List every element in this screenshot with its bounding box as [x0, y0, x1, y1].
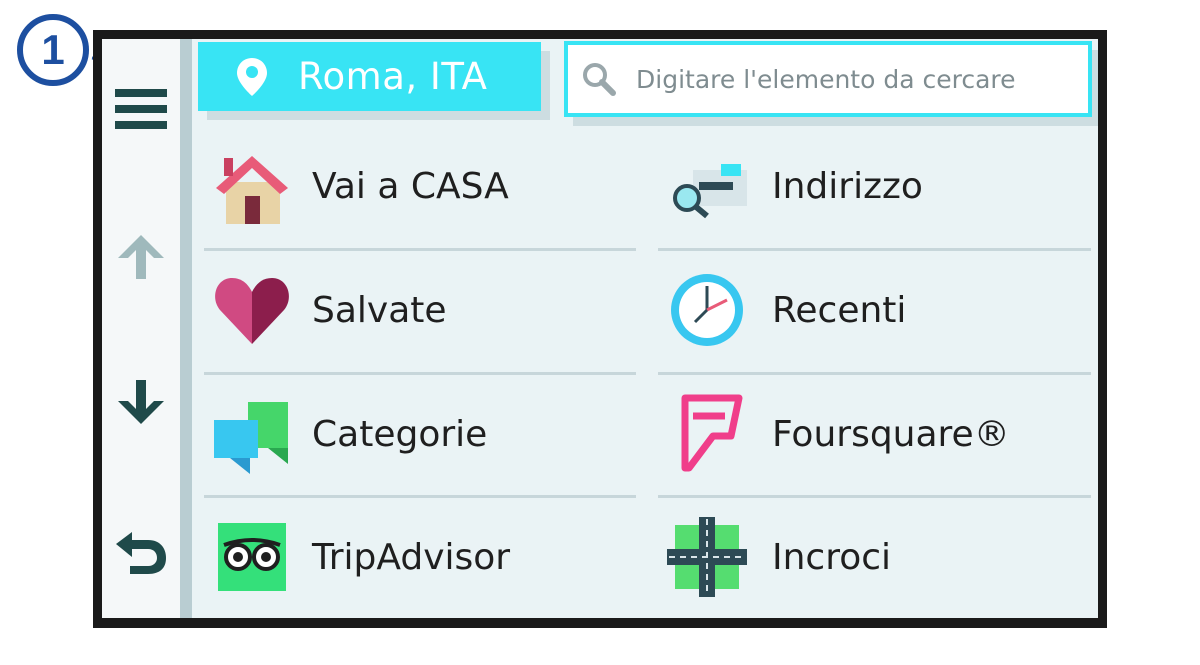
tile-foursquare[interactable]: Foursquare® [662, 374, 1092, 494]
tile-recent[interactable]: Recenti [662, 250, 1092, 370]
heart-icon [207, 265, 297, 355]
tile-saved[interactable]: Salvate [207, 250, 637, 370]
foursquare-icon [662, 389, 752, 479]
intersection-icon [662, 512, 752, 602]
menu-button[interactable] [102, 79, 180, 139]
sidebar-separator [180, 39, 192, 618]
tile-home[interactable]: Vai a CASA [207, 126, 637, 246]
scroll-up-button[interactable] [102, 227, 180, 287]
callout-number: 1 [41, 26, 64, 73]
tile-label: Recenti [772, 289, 907, 331]
tile-intersections[interactable]: Incroci [662, 497, 1092, 617]
tile-label: Salvate [312, 289, 447, 331]
scroll-down-button[interactable] [102, 372, 180, 432]
search-field[interactable]: Digitare l'elemento da cercare [564, 41, 1092, 117]
tile-label: Categorie [312, 413, 488, 455]
hamburger-menu-icon [115, 89, 167, 129]
location-label: Roma, ITA [298, 55, 488, 98]
clock-icon [662, 265, 752, 355]
tile-categories[interactable]: Categorie [207, 374, 637, 494]
tile-tripadvisor[interactable]: TripAdvisor [207, 497, 637, 617]
categories-icon [207, 389, 297, 479]
tile-label: Vai a CASA [312, 165, 509, 207]
callout-number-badge: 1 [15, 12, 91, 88]
search-placeholder: Digitare l'elemento da cercare [636, 64, 1016, 94]
tile-label: Indirizzo [772, 165, 923, 207]
arrow-up-icon [118, 235, 164, 279]
tripadvisor-icon [207, 512, 297, 602]
back-arrow-icon [116, 532, 166, 574]
back-button[interactable] [102, 523, 180, 583]
tile-label: TripAdvisor [312, 536, 511, 578]
arrow-down-icon [118, 380, 164, 424]
tile-label: Foursquare® [772, 413, 1010, 455]
address-icon [662, 141, 752, 231]
screen: Roma, ITA Digitare l'elemento da cercare… [102, 39, 1098, 618]
location-button[interactable]: Roma, ITA [198, 42, 541, 111]
tile-address[interactable]: Indirizzo [662, 126, 1092, 246]
home-icon [207, 141, 297, 231]
map-pin-icon [237, 57, 267, 96]
sidebar [102, 39, 180, 618]
tile-label: Incroci [772, 536, 892, 578]
search-icon [583, 63, 616, 96]
